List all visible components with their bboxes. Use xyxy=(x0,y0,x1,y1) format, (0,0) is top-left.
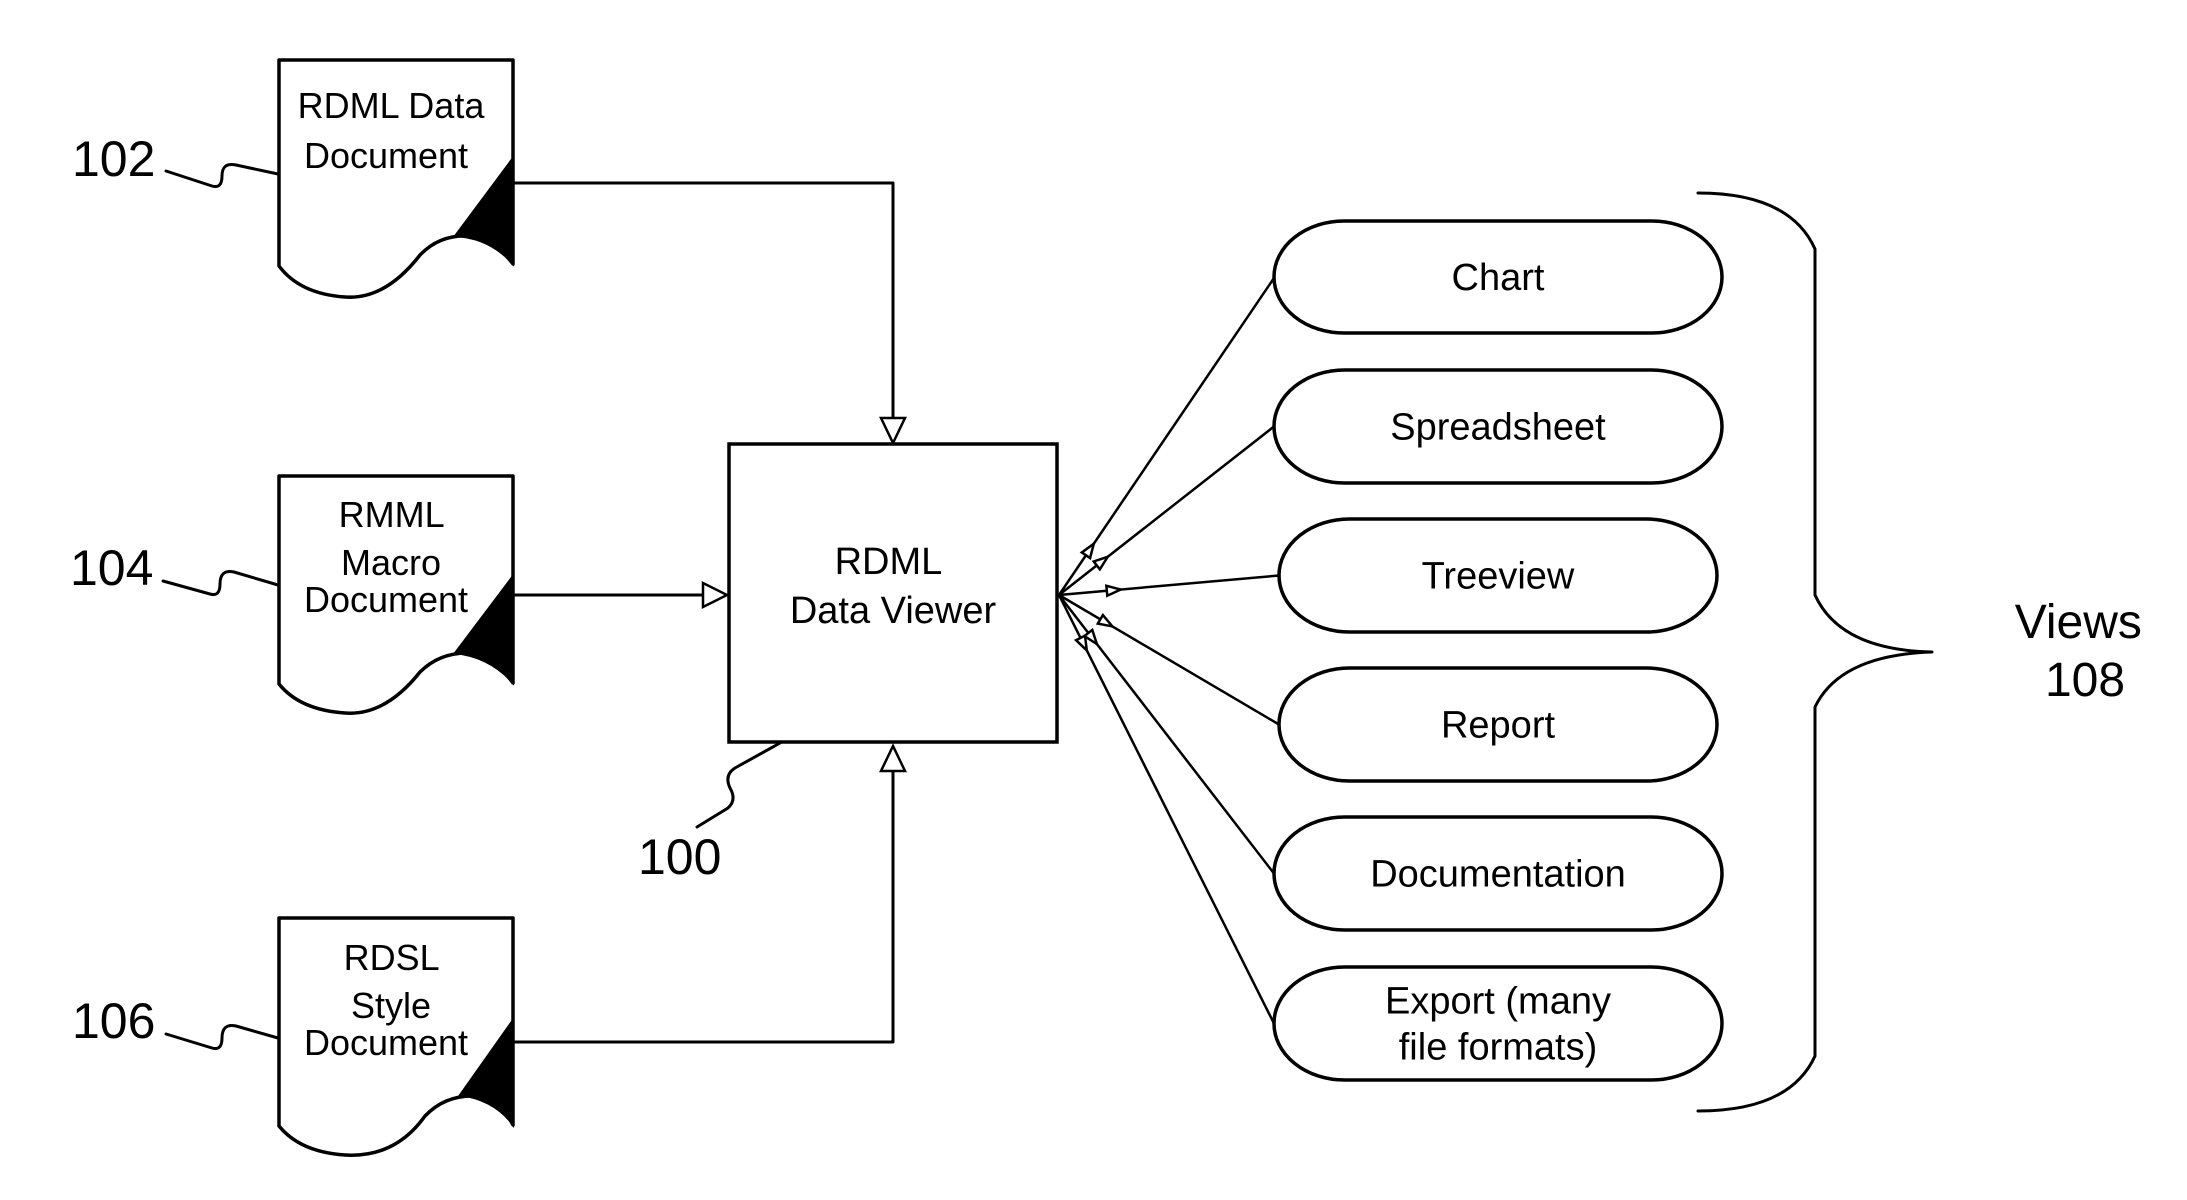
connector-viewer-to-treeview xyxy=(1058,574,1280,597)
views-title: Views xyxy=(2015,596,2142,649)
output-connectors xyxy=(1057,277,1280,1025)
views-label: Views 108 xyxy=(2015,596,2156,707)
leader-line xyxy=(161,570,280,596)
rdml-data-viewer: RDML Data Viewer 100 xyxy=(638,442,1059,885)
document-label-line: RDSL xyxy=(344,937,439,978)
view-label: Chart xyxy=(1452,257,1545,299)
document-label-line: Document xyxy=(304,1022,468,1063)
viewer-label-line: Data Viewer xyxy=(790,590,997,632)
view-label-line: Treeview xyxy=(1422,556,1575,598)
ref-label-108: 108 xyxy=(2045,654,2125,707)
view-label: Spreadsheet xyxy=(1390,407,1606,449)
view-label-line: Export (many xyxy=(1385,981,1611,1023)
leader-line xyxy=(164,1024,280,1050)
document-rmml-macro: RMML Macro Document 104 xyxy=(70,474,515,715)
ref-label-104: 104 xyxy=(70,540,153,596)
views-list: Chart Spreadsheet Treeview Report Documentat… xyxy=(1272,219,1724,1082)
view-label-line: Documentation xyxy=(1370,854,1626,896)
document-rdsl-style: RDSL Style Document 106 xyxy=(72,916,515,1157)
arrowhead-icon xyxy=(701,580,730,610)
connector-102-to-viewer xyxy=(511,181,895,422)
view-label: Documentation xyxy=(1370,854,1626,896)
document-label-line: Macro xyxy=(341,542,441,583)
curly-brace-icon xyxy=(1696,191,1934,1113)
arrowhead-icon xyxy=(1073,633,1089,654)
document-label-line: Document xyxy=(304,135,468,176)
arrowhead-icon xyxy=(879,743,907,773)
view-spreadsheet: Spreadsheet xyxy=(1272,368,1724,485)
view-report: Report xyxy=(1277,666,1719,783)
connector-106-to-viewer xyxy=(511,768,895,1044)
view-documentation: Documentation xyxy=(1272,815,1724,932)
view-label-line: Report xyxy=(1441,705,1555,747)
views-group: Views 108 xyxy=(1696,191,2156,1113)
view-label: Treeview xyxy=(1422,556,1575,598)
arrowhead-icon xyxy=(1095,612,1116,629)
leader-line xyxy=(695,741,782,829)
arrowhead-icon xyxy=(879,416,907,446)
view-treeview: Treeview xyxy=(1277,517,1719,634)
ref-label-102: 102 xyxy=(72,131,155,187)
view-label-line: file formats) xyxy=(1399,1027,1597,1069)
arrowhead-icon xyxy=(1079,540,1096,561)
ref-label-100: 100 xyxy=(638,829,721,885)
viewer-label-line: RDML xyxy=(835,541,942,583)
document-rdml-data: RDML Data Document 102 xyxy=(72,58,515,299)
view-label-line: Chart xyxy=(1452,257,1545,299)
view-chart: Chart xyxy=(1272,219,1724,335)
document-label-line: Document xyxy=(304,579,468,620)
arrowhead-icon xyxy=(1104,584,1125,598)
document-label-line: Style xyxy=(351,985,431,1026)
rdml-architecture-diagram: RDML Data Document 102 RMML Macro Docume… xyxy=(70,58,2156,1157)
leader-line xyxy=(164,163,280,188)
connector-viewer-to-spreadsheet xyxy=(1058,425,1275,596)
document-label-line: RMML xyxy=(339,494,444,535)
view-label-line: Spreadsheet xyxy=(1390,407,1606,449)
ref-label-106: 106 xyxy=(72,993,155,1049)
view-label: Report xyxy=(1441,705,1555,747)
view-export-many-file-formats: Export (many file formats) xyxy=(1272,965,1724,1082)
document-label-line: RDML Data xyxy=(298,85,486,126)
